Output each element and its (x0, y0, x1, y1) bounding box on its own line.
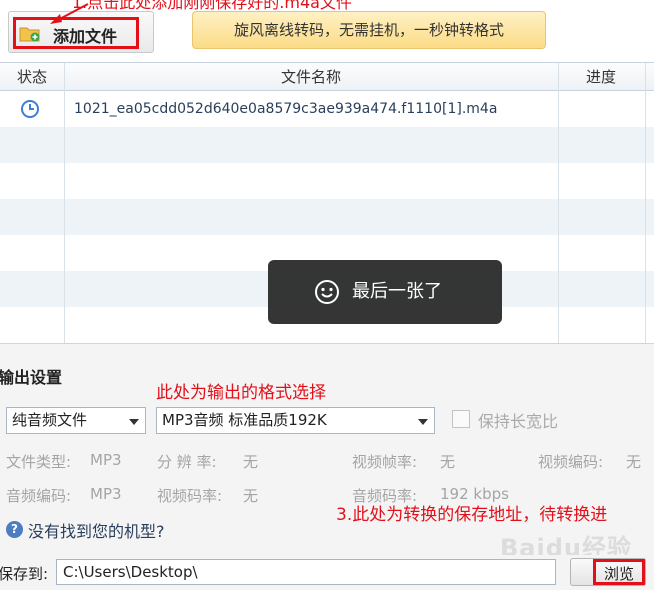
table-row-empty (0, 199, 654, 235)
chevron-down-icon (418, 419, 428, 425)
header-filename[interactable]: 文件名称 (64, 63, 558, 91)
video-codec-label: 视频编码: (538, 453, 604, 471)
resolution-label: 分 辨 率: (157, 453, 217, 471)
smile-icon (315, 280, 339, 304)
settings-title: 输出设置 (0, 368, 63, 387)
video-codec-value: 无 (626, 453, 642, 471)
category-select[interactable]: 纯音频文件 (6, 407, 146, 434)
audio-codec-value: MP3 (90, 485, 122, 503)
file-type-value: MP3 (90, 451, 122, 469)
category-select-value: 纯音频文件 (12, 411, 88, 429)
output-settings-panel: 输出设置 此处为输出的格式选择 纯音频文件 MP3音频 标准品质192K 保持长… (0, 343, 654, 555)
annotation-format: 此处为输出的格式选择 (156, 383, 326, 403)
clock-icon (21, 100, 39, 118)
column-divider (64, 63, 65, 343)
toast-notification: 最后一张了 (268, 260, 502, 324)
format-select-value: MP3音频 标准品质192K (162, 411, 327, 429)
audio-codec-label: 音频编码: (6, 487, 72, 505)
annotation-highlight-box (593, 559, 645, 585)
file-type-label: 文件类型: (6, 453, 72, 471)
header-status[interactable]: 状态 (0, 63, 64, 91)
video-bitrate-value: 无 (243, 487, 259, 505)
save-to-label: 保存到: (0, 565, 49, 583)
table-row-empty (0, 127, 654, 163)
annotation-save-path: 3.此处为转换的保存地址，待转换进 (336, 505, 608, 525)
chevron-down-icon (129, 419, 139, 425)
save-bar: 保存到: 浏览 (0, 555, 654, 590)
table-header: 状态 文件名称 进度 (0, 63, 654, 91)
video-bitrate-label: 视频码率: (157, 487, 223, 505)
device-not-found-link[interactable]: 没有找到您的机型? (28, 518, 165, 542)
browse-button[interactable]: 浏览 (570, 558, 646, 586)
save-path-input[interactable] (56, 559, 556, 585)
column-divider (558, 63, 559, 343)
help-icon: ? (6, 521, 23, 538)
header-progress[interactable]: 进度 (558, 63, 644, 91)
table-row[interactable]: 1021_ea05cdd052d640e0a8579c3ae939a474.f1… (0, 91, 654, 127)
promo-banner[interactable]: 旋风离线转码，无需挂机，一秒钟转格式 (192, 11, 546, 49)
keep-ratio-label: 保持长宽比 (478, 412, 559, 431)
format-select[interactable]: MP3音频 标准品质192K (156, 407, 435, 434)
toolbar: 添加文件 1.点击此处添加刚刚保存好的.m4a文件 旋风离线转码，无需挂机，一秒… (0, 0, 654, 62)
video-fps-value: 无 (440, 453, 456, 471)
file-name: 1021_ea05cdd052d640e0a8579c3ae939a474.f1… (74, 101, 498, 117)
video-fps-label: 视频帧率: (352, 453, 418, 471)
keep-ratio-checkbox[interactable] (452, 410, 470, 428)
resolution-value: 无 (243, 453, 259, 471)
toast-message: 最后一张了 (352, 281, 442, 302)
column-divider (645, 63, 646, 343)
